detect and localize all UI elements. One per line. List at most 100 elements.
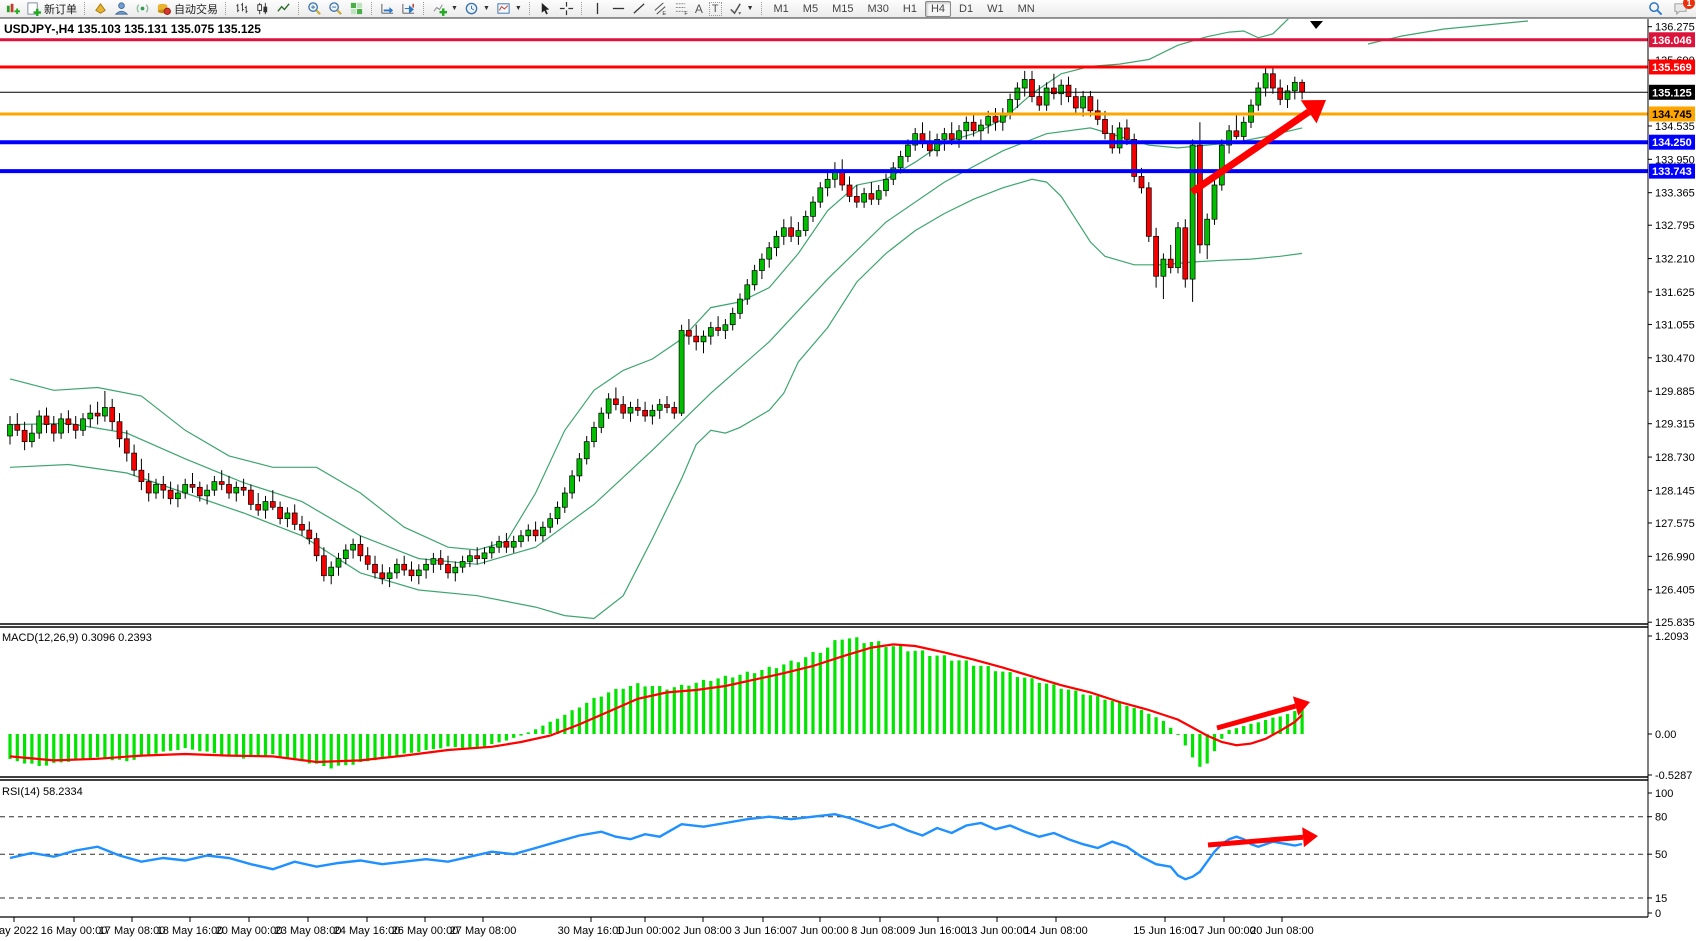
price-tick: 129.885 — [1655, 386, 1695, 398]
time-label[interactable]: 7 Jun 00:00 — [791, 925, 849, 937]
separator — [529, 2, 531, 15]
rsi-line — [10, 814, 1302, 879]
panel-borders — [0, 19, 1696, 918]
line-chart-button[interactable] — [273, 1, 294, 17]
shapes-tool-button[interactable]: ▼ — [725, 1, 757, 17]
indicators-button[interactable]: ▼ — [429, 1, 461, 17]
time-label[interactable]: 26 May 00:00 — [392, 925, 459, 937]
time-label[interactable]: 14 Jun 08:00 — [1024, 925, 1088, 937]
svg-text:136.046: 136.046 — [1652, 35, 1692, 47]
toolbar: 新订单 自动交易 — [0, 0, 1696, 18]
zoom-out-button[interactable] — [325, 1, 346, 17]
price-tick: 132.210 — [1655, 254, 1695, 266]
price-tick: 132.795 — [1655, 220, 1695, 232]
tab-timeframe-M15[interactable]: M15 — [826, 1, 859, 17]
auto-scroll-button[interactable] — [377, 1, 398, 17]
price-axis[interactable]: 136.275135.690134.535133.950133.365132.7… — [1648, 22, 1695, 920]
time-label[interactable]: May 2022 — [0, 925, 38, 937]
time-label[interactable]: 16 May 00:00 — [41, 925, 108, 937]
caret-down-icon: ▼ — [515, 5, 522, 12]
svg-text:133.743: 133.743 — [1652, 166, 1692, 178]
red-trend-arrow-main[interactable] — [1192, 112, 1309, 192]
tab-timeframe-MN[interactable]: MN — [1012, 1, 1041, 17]
time-label[interactable]: 1 Jun 00:00 — [616, 925, 674, 937]
channel-tool-button[interactable]: E — [650, 1, 671, 17]
tab-timeframe-H1[interactable]: H1 — [897, 1, 923, 17]
price-tick: 126.990 — [1655, 551, 1695, 563]
timeframe-group: M1M5M15M30H1H4D1W1MN — [767, 1, 1042, 17]
chart-shift-button[interactable] — [398, 1, 419, 17]
new-order-label: 新订单 — [44, 1, 77, 17]
hline-tool-button[interactable] — [608, 1, 629, 17]
horizontal-lines-layer[interactable] — [0, 40, 1648, 171]
macd-layer — [8, 637, 1303, 768]
separator — [581, 2, 583, 15]
time-label[interactable]: 20 Jun 08:00 — [1250, 925, 1314, 937]
tab-timeframe-M1[interactable]: M1 — [768, 1, 795, 17]
templates-button[interactable]: ▼ — [493, 1, 525, 17]
horizontal-line-icon — [611, 1, 626, 16]
time-label[interactable]: 15 Jun 16:00 — [1133, 925, 1197, 937]
time-label[interactable]: 20 May 00:00 — [216, 925, 283, 937]
macd-signal-line — [10, 644, 1302, 762]
svg-text:134.250: 134.250 — [1652, 137, 1692, 149]
separator — [761, 2, 763, 15]
candle-chart-button[interactable] — [252, 1, 273, 17]
profile-button[interactable] — [111, 1, 132, 17]
tab-timeframe-D1[interactable]: D1 — [953, 1, 979, 17]
time-label[interactable]: 9 Jun 16:00 — [909, 925, 967, 937]
crosshair-button[interactable] — [556, 1, 577, 17]
new-chart-button[interactable] — [2, 1, 23, 17]
toolbar-right: 1 — [1648, 1, 1688, 16]
svg-text:135.125: 135.125 — [1652, 87, 1692, 99]
tab-timeframe-H4[interactable]: H4 — [925, 1, 951, 17]
time-label[interactable]: 2 Jun 08:00 — [674, 925, 732, 937]
bar-chart-icon — [234, 1, 249, 16]
caret-down-icon: ▼ — [483, 5, 490, 12]
zoom-in-button[interactable] — [304, 1, 325, 17]
time-label[interactable]: 8 Jun 08:00 — [851, 925, 909, 937]
fibonacci-icon: F — [674, 1, 689, 16]
price-tick: 131.055 — [1655, 319, 1695, 331]
time-label[interactable]: 17 Jun 00:00 — [1192, 925, 1256, 937]
time-axis[interactable]: May 202216 May 00:0017 May 08:0018 May 1… — [0, 917, 1314, 937]
time-label[interactable]: 24 May 16:00 — [334, 925, 401, 937]
styler-button[interactable] — [90, 1, 111, 17]
candle-chart-icon — [255, 1, 270, 16]
new-chart-icon — [5, 1, 20, 16]
label-tool-button[interactable]: T — [706, 1, 725, 17]
text-tool-button[interactable]: A — [692, 1, 706, 17]
separator — [371, 2, 373, 15]
separator — [298, 2, 300, 15]
time-label[interactable]: 18 May 16:00 — [157, 925, 224, 937]
time-label[interactable]: 27 May 08:00 — [450, 925, 517, 937]
tab-timeframe-M5[interactable]: M5 — [797, 1, 824, 17]
tab-timeframe-W1[interactable]: W1 — [981, 1, 1010, 17]
chart-shift-icon — [401, 1, 416, 16]
tile-windows-button[interactable] — [346, 1, 367, 17]
time-label[interactable]: 23 May 08:00 — [275, 925, 342, 937]
time-label[interactable]: 13 Jun 00:00 — [965, 925, 1029, 937]
new-order-button[interactable]: 新订单 — [23, 1, 80, 17]
auto-trading-button[interactable]: 自动交易 — [153, 1, 221, 17]
periods-button[interactable]: ▼ — [461, 1, 493, 17]
tab-timeframe-M30[interactable]: M30 — [861, 1, 894, 17]
time-label[interactable]: 30 May 16:00 — [558, 925, 625, 937]
signals-button[interactable] — [132, 1, 153, 17]
indicators-icon — [432, 1, 447, 16]
time-label[interactable]: 3 Jun 16:00 — [734, 925, 792, 937]
red-trend-arrow-macd[interactable] — [1217, 706, 1296, 728]
time-label[interactable]: 17 May 08:00 — [99, 925, 166, 937]
chart-canvas[interactable]: 136.275135.690134.535133.950133.365132.7… — [0, 0, 1696, 941]
vertical-line-icon — [590, 1, 605, 16]
cursor-button[interactable] — [535, 1, 556, 17]
svg-text:134.745: 134.745 — [1652, 109, 1692, 121]
trendline-tool-button[interactable] — [629, 1, 650, 17]
vline-tool-button[interactable] — [587, 1, 608, 17]
fibonacci-tool-button[interactable]: F — [671, 1, 692, 17]
chat-button[interactable]: 1 — [1673, 1, 1688, 16]
channel-icon: E — [653, 1, 668, 16]
bar-chart-button[interactable] — [231, 1, 252, 17]
zoom-out-icon — [328, 1, 343, 16]
search-icon[interactable] — [1648, 1, 1663, 16]
